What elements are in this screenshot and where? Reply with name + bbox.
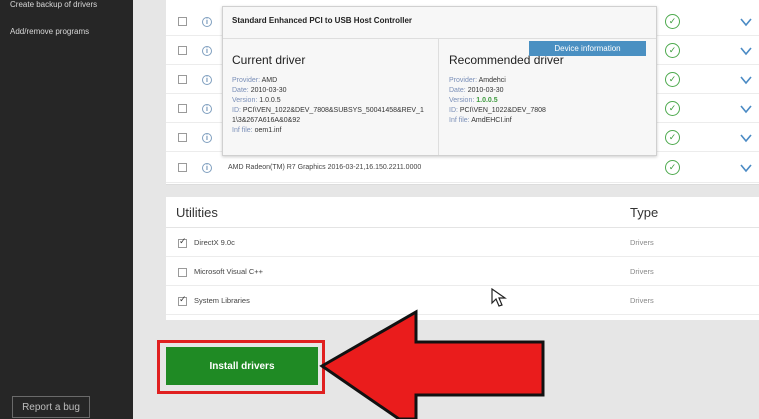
check-circle-icon: ✓ bbox=[665, 72, 680, 87]
utility-type: Drivers bbox=[630, 267, 654, 276]
sidebar-item-add-remove-programs[interactable]: Add/remove programs bbox=[10, 27, 89, 36]
check-circle-icon: ✓ bbox=[665, 130, 680, 145]
utility-name: Microsoft Visual C++ bbox=[194, 267, 264, 276]
utility-row[interactable]: System Libraries Drivers bbox=[166, 286, 759, 315]
install-drivers-button[interactable]: Install drivers bbox=[166, 347, 318, 385]
check-circle-icon: ✓ bbox=[665, 101, 680, 116]
chevron-down-icon[interactable] bbox=[739, 73, 753, 87]
driver-row[interactable]: i AMD Radeon(TM) R7 Graphics 2016-03-21,… bbox=[166, 154, 759, 183]
driver-name: AMD Radeon(TM) R7 Graphics 2016-03-21,16… bbox=[228, 164, 422, 171]
utility-name: DirectX 9.0c bbox=[194, 238, 235, 247]
current-driver-section: Current driver Provider: AMD Date: 2010-… bbox=[223, 39, 439, 155]
info-icon[interactable]: i bbox=[202, 46, 212, 56]
info-icon[interactable]: i bbox=[202, 163, 212, 173]
utilities-header: Utilities Type bbox=[166, 197, 759, 228]
report-bug-button[interactable]: Report a bug bbox=[12, 396, 90, 418]
driver-checkbox[interactable] bbox=[178, 104, 187, 113]
current-date: Date: 2010-03-30 bbox=[232, 87, 287, 94]
info-icon[interactable]: i bbox=[202, 133, 212, 143]
recommended-id: ID: PCI\VEN_1022&DEV_7808 bbox=[449, 107, 546, 114]
check-circle-icon: ✓ bbox=[665, 14, 680, 29]
driver-checkbox[interactable] bbox=[178, 163, 187, 172]
current-inf: Inf file: oem1.inf bbox=[232, 127, 282, 134]
recommended-version: Version: 1.0.0.5 bbox=[449, 97, 498, 104]
device-information-button[interactable]: Device information bbox=[529, 41, 646, 56]
recommended-inf: Inf file: AmdEHCI.inf bbox=[449, 117, 512, 124]
utility-checkbox[interactable] bbox=[178, 236, 187, 248]
current-id-continued: 1\3&267A616A&0&92 bbox=[232, 117, 301, 124]
recommended-provider: Provider: Amdehci bbox=[449, 77, 506, 84]
utility-type: Drivers bbox=[630, 296, 654, 305]
check-circle-icon: ✓ bbox=[665, 43, 680, 58]
current-driver-heading: Current driver bbox=[232, 53, 306, 67]
driver-checkbox[interactable] bbox=[178, 75, 187, 84]
driver-checkbox[interactable] bbox=[178, 133, 187, 142]
driver-details-popup: Standard Enhanced PCI to USB Host Contro… bbox=[222, 6, 657, 156]
chevron-down-icon[interactable] bbox=[739, 161, 753, 175]
type-column-header: Type bbox=[630, 205, 659, 220]
info-icon[interactable]: i bbox=[202, 104, 212, 114]
info-icon[interactable]: i bbox=[202, 75, 212, 85]
driver-checkbox[interactable] bbox=[178, 46, 187, 55]
current-id: ID: PCI\VEN_1022&DEV_7808&SUBSYS_5004145… bbox=[232, 107, 424, 114]
utility-checkbox[interactable] bbox=[178, 268, 187, 277]
utility-row[interactable]: Microsoft Visual C++ Drivers bbox=[166, 257, 759, 286]
chevron-down-icon[interactable] bbox=[739, 44, 753, 58]
recommended-date: Date: 2010-03-30 bbox=[449, 87, 504, 94]
sidebar-item-create-backup[interactable]: Create backup of drivers bbox=[10, 0, 97, 9]
utilities-panel: Utilities Type DirectX 9.0c Drivers Micr… bbox=[166, 197, 759, 320]
driver-checkbox[interactable] bbox=[178, 17, 187, 26]
utilities-title: Utilities bbox=[176, 205, 218, 220]
info-icon[interactable]: i bbox=[202, 17, 212, 27]
sidebar: Create backup of drivers Add/remove prog… bbox=[0, 0, 133, 419]
utility-row[interactable]: DirectX 9.0c Drivers bbox=[166, 228, 759, 257]
recommended-driver-section: Recommended driver Provider: Amdehci Dat… bbox=[440, 39, 656, 155]
chevron-down-icon[interactable] bbox=[739, 15, 753, 29]
current-provider: Provider: AMD bbox=[232, 77, 278, 84]
current-version: Version: 1.0.0.5 bbox=[232, 97, 281, 104]
utility-name: System Libraries bbox=[194, 296, 250, 305]
check-circle-icon: ✓ bbox=[665, 160, 680, 175]
utility-checkbox[interactable] bbox=[178, 294, 187, 306]
popup-title: Standard Enhanced PCI to USB Host Contro… bbox=[232, 16, 413, 25]
utility-type: Drivers bbox=[630, 238, 654, 247]
chevron-down-icon[interactable] bbox=[739, 131, 753, 145]
chevron-down-icon[interactable] bbox=[739, 102, 753, 116]
